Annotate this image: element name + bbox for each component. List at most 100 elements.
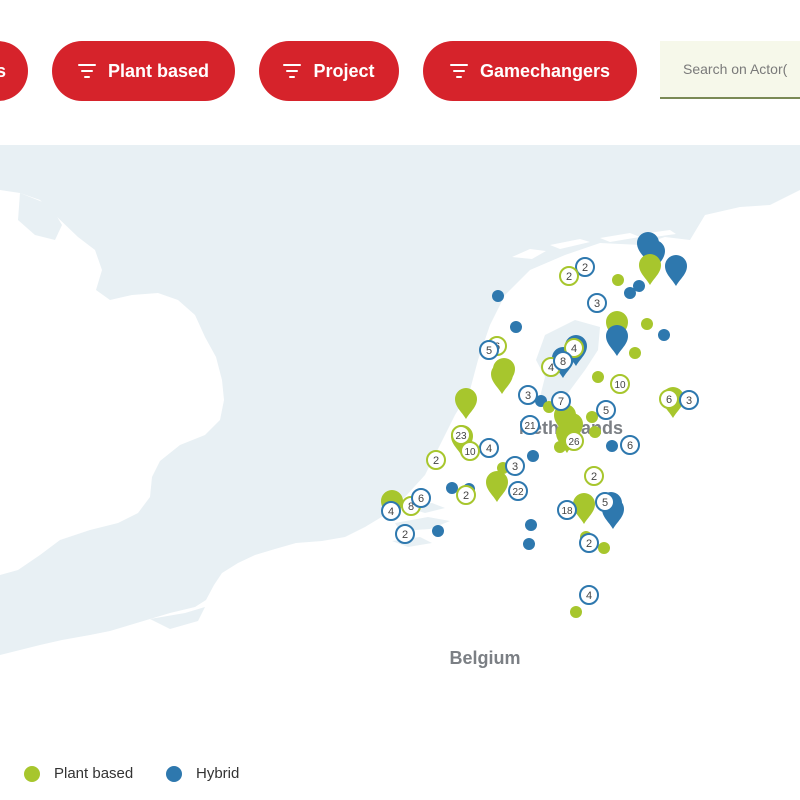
legend: ◂ Plant based Hybrid (0, 765, 800, 791)
plant-cluster-marker[interactable]: 10 (610, 374, 630, 394)
cluster-count: 2 (433, 455, 439, 467)
plant-cluster-marker[interactable]: 2 (456, 485, 476, 505)
plant-marker-dot[interactable] (592, 371, 604, 383)
plant-cluster-marker[interactable]: 10 (460, 441, 480, 461)
cluster-count: 4 (388, 506, 394, 518)
cluster-count: 6 (666, 394, 672, 406)
hybrid-marker-dot[interactable] (624, 287, 636, 299)
cluster-count: 4 (571, 343, 577, 355)
plant-cluster-marker[interactable]: 2 (426, 450, 446, 470)
hybrid-marker-dot[interactable] (446, 482, 458, 494)
cluster-count: 3 (594, 298, 600, 310)
cluster-count: 4 (586, 590, 592, 602)
search-box (660, 41, 800, 99)
hybrid-cluster-marker[interactable]: 22 (508, 481, 528, 501)
hybrid-cluster-marker[interactable]: 2 (395, 524, 415, 544)
hybrid-cluster-marker[interactable]: 21 (520, 415, 540, 435)
hybrid-cluster-marker[interactable]: 7 (551, 391, 571, 411)
hybrid-cluster-marker[interactable]: 4 (381, 501, 401, 521)
cluster-count: 2 (463, 490, 469, 502)
cluster-count: 6 (627, 440, 633, 452)
hybrid-cluster-marker[interactable]: 5 (595, 492, 615, 512)
legend-label: Hybrid (196, 765, 240, 782)
cluster-count: 3 (686, 395, 692, 407)
hybrid-cluster-marker[interactable]: 2 (575, 257, 595, 277)
plant-based-dot-icon (24, 765, 40, 782)
cluster-count: 18 (561, 506, 573, 517)
filter-label: Plant based (107, 60, 210, 81)
hybrid-cluster-marker[interactable]: 6 (620, 435, 640, 455)
hybrid-cluster-marker[interactable]: 3 (518, 385, 538, 405)
hybrid-cluster-marker[interactable]: 5 (479, 340, 499, 360)
hybrid-marker-dot[interactable] (527, 450, 539, 462)
plant-marker-dot[interactable] (570, 606, 582, 618)
search-input[interactable] (683, 61, 800, 77)
cluster-count: 2 (586, 538, 592, 550)
hybrid-marker-dot[interactable] (510, 321, 522, 333)
hybrid-cluster-marker[interactable]: 4 (579, 585, 599, 605)
filter-button-gamechangers[interactable]: Gamechangers (423, 41, 637, 101)
hybrid-marker-dot[interactable] (523, 538, 535, 550)
cluster-count: 4 (548, 362, 554, 374)
cluster-count: 8 (560, 356, 566, 368)
cluster-count: 2 (591, 471, 597, 483)
cluster-count: 5 (602, 497, 608, 509)
plant-marker-dot[interactable] (641, 318, 653, 330)
cluster-count: 2 (582, 262, 588, 274)
hybrid-cluster-marker[interactable]: 3 (587, 293, 607, 313)
map-canvas[interactable]: Netherlands Belgium 22365448103756321234… (0, 145, 800, 740)
plant-marker-dot[interactable] (629, 347, 641, 359)
plant-cluster-marker[interactable]: 26 (564, 431, 584, 451)
map[interactable]: Netherlands Belgium 22365448103756321234… (0, 145, 800, 740)
cluster-count: 3 (525, 390, 531, 402)
plant-marker-dot[interactable] (598, 542, 610, 554)
cluster-count: 5 (603, 405, 609, 417)
cluster-count: 10 (464, 447, 476, 458)
plant-marker-dot[interactable] (586, 411, 598, 423)
hybrid-cluster-marker[interactable]: 3 (505, 456, 525, 476)
hybrid-cluster-marker[interactable]: 6 (411, 488, 431, 508)
hybrid-marker-dot[interactable] (658, 329, 670, 341)
hybrid-cluster-marker[interactable]: 18 (557, 500, 577, 520)
hybrid-marker-dot[interactable] (606, 440, 618, 452)
cluster-count: 2 (566, 271, 572, 283)
filter-icon (449, 64, 468, 78)
country-label-belgium: Belgium (449, 648, 520, 668)
plant-cluster-marker[interactable]: 23 (451, 425, 471, 445)
filter-label: s (0, 60, 6, 81)
filter-button-plant-based[interactable]: Plant based (52, 41, 235, 101)
plant-cluster-marker[interactable]: 2 (559, 266, 579, 286)
cluster-count: 21 (524, 421, 536, 432)
cluster-count: 2 (402, 529, 408, 541)
filter-icon (283, 64, 302, 78)
cluster-count: 26 (568, 437, 580, 448)
hybrid-dot-icon (166, 765, 182, 782)
cluster-count: 10 (614, 380, 626, 391)
hybrid-marker-dot[interactable] (492, 290, 504, 302)
cluster-count: 23 (455, 431, 467, 442)
hybrid-cluster-marker[interactable]: 8 (553, 351, 573, 371)
legend-item-plant-based[interactable]: Plant based (24, 765, 133, 782)
filter-button-partial[interactable]: s (0, 41, 28, 101)
filter-label: Project (313, 60, 375, 81)
hybrid-cluster-marker[interactable]: 3 (679, 390, 699, 410)
plant-cluster-marker[interactable]: 2 (584, 466, 604, 486)
plant-marker-dot[interactable] (612, 274, 624, 286)
filter-icon (77, 64, 96, 78)
plant-marker-dot[interactable] (589, 426, 601, 438)
hybrid-cluster-marker[interactable]: 4 (479, 438, 499, 458)
cluster-count: 22 (512, 487, 524, 498)
hybrid-marker-dot[interactable] (525, 519, 537, 531)
cluster-count: 6 (418, 493, 424, 505)
cluster-count: 7 (558, 396, 564, 408)
cluster-count: 5 (486, 345, 492, 357)
cluster-count: 4 (486, 443, 492, 455)
hybrid-marker-dot[interactable] (432, 525, 444, 537)
filter-button-project[interactable]: Project (259, 41, 399, 101)
legend-item-hybrid[interactable]: Hybrid (166, 765, 239, 782)
hybrid-cluster-marker[interactable]: 5 (596, 400, 616, 420)
plant-cluster-marker[interactable]: 6 (659, 389, 679, 409)
filter-label: Gamechangers (479, 60, 611, 81)
hybrid-cluster-marker[interactable]: 2 (579, 533, 599, 553)
cluster-count: 3 (512, 461, 518, 473)
